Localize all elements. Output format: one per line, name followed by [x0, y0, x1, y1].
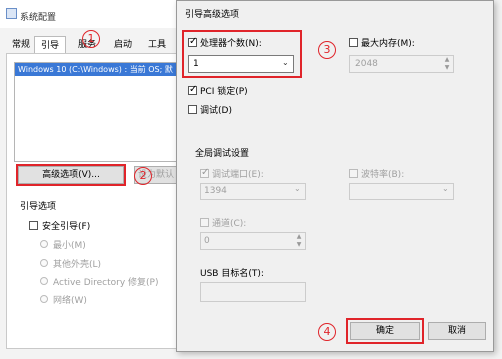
debug-port-value: 1394	[204, 186, 227, 196]
safe-boot-label: 安全引导(F)	[42, 222, 91, 232]
window-title: 系统配置	[20, 13, 57, 23]
annotation-1: 1	[82, 30, 100, 48]
debug-label: 调试(D)	[200, 106, 232, 116]
max-memory-value: 2048	[355, 59, 378, 69]
spin-up-icon[interactable]: ▲	[442, 56, 452, 63]
tab-boot[interactable]: 引导	[34, 36, 67, 54]
max-memory-label: 最大内存(M):	[361, 39, 415, 49]
radio-ad-repair[interactable]	[40, 277, 48, 285]
boot-os-list[interactable]	[14, 62, 180, 162]
highlight-ok-button	[346, 318, 424, 344]
highlight-processors	[182, 30, 302, 78]
tab-startup[interactable]: 启动	[108, 36, 138, 54]
debug-port-label: 调试端口(E):	[212, 170, 264, 180]
pci-lock-label: PCI 锁定(P)	[200, 87, 248, 97]
dialog-title: 引导高级选项	[185, 10, 240, 20]
usb-target-label: USB 目标名(T):	[200, 269, 264, 279]
annotation-4: 4	[318, 323, 336, 341]
chevron-down-icon[interactable]: ⌄	[294, 184, 301, 193]
tab-general[interactable]: 常规	[6, 36, 36, 54]
annotation-2: 2	[134, 167, 152, 185]
annotation-3: 3	[318, 41, 336, 59]
radio-minimal[interactable]	[40, 240, 48, 248]
tab-tools[interactable]: 工具	[142, 36, 172, 54]
radio-ad-repair-label: Active Directory 修复(P)	[53, 278, 159, 288]
channel-label: 通道(C):	[212, 219, 247, 229]
radio-network-label: 网络(W)	[53, 296, 87, 306]
channel-input[interactable]	[200, 232, 306, 250]
pci-lock-checkbox[interactable]	[188, 84, 197, 95]
debug-checkbox[interactable]	[188, 105, 197, 114]
max-memory-checkbox[interactable]	[349, 38, 358, 47]
chevron-down-icon[interactable]: ⌄	[442, 184, 449, 193]
radio-network[interactable]	[40, 295, 48, 303]
safe-boot-checkbox[interactable]	[29, 221, 38, 230]
radio-minimal-label: 最小(M)	[53, 241, 86, 251]
radio-alternate-shell-label: 其他外壳(L)	[53, 260, 102, 270]
app-icon	[6, 8, 17, 19]
spin-down-icon[interactable]: ▼	[294, 241, 304, 248]
boot-options-group-label: 引导选项	[20, 202, 57, 212]
cancel-button[interactable]: 取消	[428, 322, 486, 340]
global-debug-title: 全局调试设置	[195, 149, 250, 159]
highlight-advanced-button	[16, 164, 126, 186]
debug-port-checkbox[interactable]	[200, 167, 209, 178]
usb-target-input[interactable]	[200, 282, 306, 302]
radio-alternate-shell[interactable]	[40, 259, 48, 267]
baud-rate-select[interactable]	[349, 183, 454, 200]
baud-rate-label: 波特率(B):	[361, 170, 405, 180]
spin-down-icon[interactable]: ▼	[442, 64, 452, 71]
channel-value: 0	[204, 236, 210, 246]
boot-os-entry[interactable]: Windows 10 (C:\Windows) : 当前 OS; 默	[15, 63, 179, 76]
channel-checkbox[interactable]	[200, 218, 209, 227]
spin-up-icon[interactable]: ▲	[294, 233, 304, 240]
baud-rate-checkbox[interactable]	[349, 169, 358, 178]
